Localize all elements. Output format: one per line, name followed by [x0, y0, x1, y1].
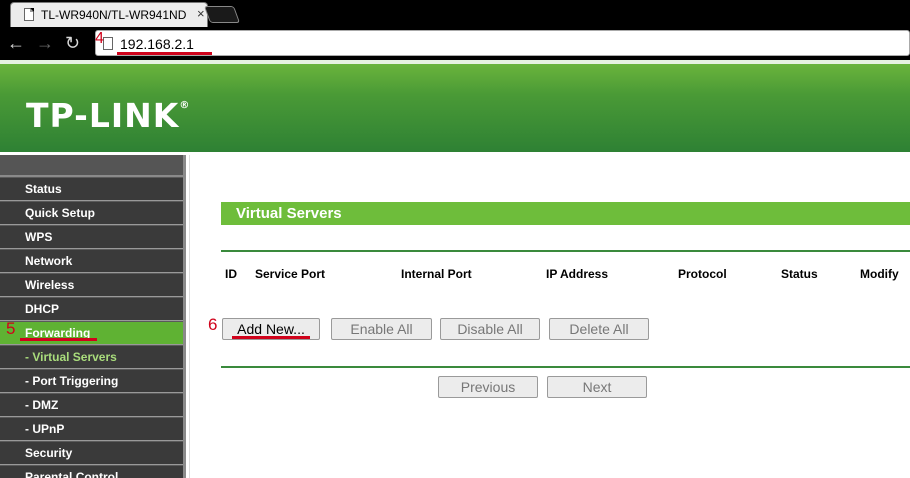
sidebar-item-port-triggering[interactable]: - Port Triggering — [0, 369, 183, 393]
column-header-protocol: Protocol — [678, 267, 727, 281]
page-icon — [24, 8, 34, 21]
tp-link-logo: TP-LINK® — [26, 96, 191, 135]
address-bar[interactable]: 192.168.2.1 — [95, 30, 910, 56]
column-header-id: ID — [225, 267, 237, 281]
browser-tab[interactable]: TL-WR940N/TL-WR941ND × — [10, 2, 208, 27]
tab-title: TL-WR940N/TL-WR941ND — [41, 8, 187, 22]
page-title: Virtual Servers — [221, 202, 910, 225]
column-header-status: Status — [781, 267, 818, 281]
annotation-step-4: 4 — [95, 30, 104, 47]
annotation-step-6: 6 — [208, 315, 218, 334]
main-content: Virtual Servers ID Service Port Internal… — [189, 155, 910, 478]
sidebar-item-forwarding[interactable]: Forwarding — [0, 321, 183, 345]
sidebar-item-dhcp[interactable]: DHCP — [0, 297, 183, 321]
divider — [221, 250, 910, 252]
annotation-step-5: 5 — [6, 319, 16, 338]
sidebar-top-bar — [0, 155, 183, 177]
url-text[interactable]: 192.168.2.1 — [120, 36, 194, 52]
sidebar-item-virtual-servers[interactable]: - Virtual Servers — [0, 345, 183, 369]
sidebar-menu: Status Quick Setup WPS Network Wireless … — [0, 155, 186, 478]
column-header-internal-port: Internal Port — [401, 267, 472, 281]
sidebar-item-dmz[interactable]: - DMZ — [0, 393, 183, 417]
annotation-underline-url — [117, 52, 212, 55]
sidebar-item-network[interactable]: Network — [0, 249, 183, 273]
sidebar-item-security[interactable]: Security — [0, 441, 183, 465]
sidebar-item-parental-control[interactable]: Parental Control — [0, 465, 183, 478]
next-button[interactable]: Next — [547, 376, 647, 398]
previous-button[interactable]: Previous — [438, 376, 538, 398]
enable-all-button[interactable]: Enable All — [331, 318, 432, 340]
close-icon[interactable]: × — [197, 6, 205, 21]
forward-arrow-icon[interactable]: → — [36, 33, 54, 53]
annotation-underline-forwarding — [20, 338, 97, 341]
browser-tab-bar: TL-WR940N/TL-WR941ND × — [0, 0, 910, 27]
column-header-ip-address: IP Address — [546, 267, 609, 281]
divider — [221, 366, 910, 368]
back-arrow-icon[interactable]: ← — [7, 33, 25, 53]
sidebar-item-wireless[interactable]: Wireless — [0, 273, 183, 297]
browser-toolbar: ← → ↻ 192.168.2.1 — [0, 27, 910, 60]
sidebar-item-upnp[interactable]: - UPnP — [0, 417, 183, 441]
page-icon — [103, 37, 113, 50]
sidebar-item-quick-setup[interactable]: Quick Setup — [0, 201, 183, 225]
disable-all-button[interactable]: Disable All — [440, 318, 540, 340]
delete-all-button[interactable]: Delete All — [549, 318, 649, 340]
column-header-service-port: Service Port — [255, 267, 326, 281]
sidebar-item-status[interactable]: Status — [0, 177, 183, 201]
annotation-underline-add-new — [232, 336, 310, 339]
sidebar-item-wps[interactable]: WPS — [0, 225, 183, 249]
column-header-modify: Modify — [860, 267, 899, 281]
new-tab-button[interactable] — [203, 6, 241, 23]
reload-icon[interactable]: ↻ — [65, 33, 80, 53]
router-header: TP-LINK® — [0, 60, 910, 152]
